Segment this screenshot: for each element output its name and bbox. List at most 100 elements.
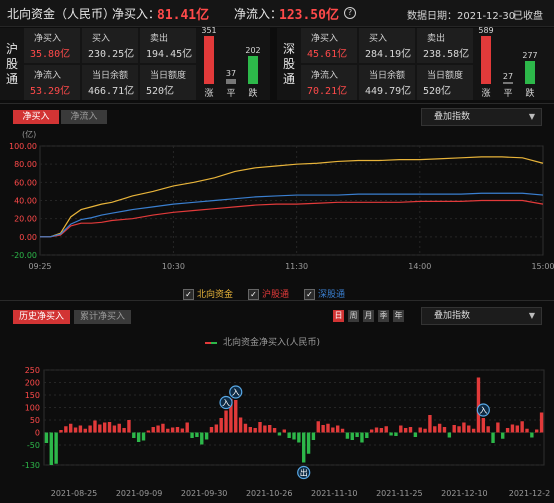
x-tick-label: 2021-11-25 [376, 489, 423, 498]
bar [306, 432, 311, 454]
y-tick-label: 80.00 [14, 160, 37, 169]
stat-label: 净买入 [34, 34, 62, 44]
bar [44, 432, 49, 443]
legend-item[interactable]: ✓ 深股通 [304, 289, 346, 300]
legend-label: 深股通 [318, 290, 346, 300]
bar [457, 426, 461, 433]
bar [112, 425, 117, 433]
x-tick-label: 2021-12-10 [441, 489, 488, 498]
y-tick-label: 60.00 [14, 178, 37, 187]
bar [214, 424, 219, 433]
legend-label: 沪股通 [262, 290, 290, 300]
divider [0, 103, 554, 104]
bar [146, 430, 151, 433]
checkbox-icon[interactable]: ✓ [183, 289, 194, 300]
overlay-index-select[interactable]: 叠加指数 ▼ [421, 108, 542, 126]
stat-label: 当日额度 [150, 71, 187, 81]
x-tick-label: 11:30 [285, 262, 308, 271]
bar [107, 422, 112, 433]
net-buy-value: 81.41亿 [157, 8, 210, 23]
bar [350, 432, 354, 440]
y-tick-label: 200 [25, 379, 40, 388]
bar [136, 432, 141, 442]
period-button[interactable]: 日 [333, 310, 344, 322]
bar [302, 432, 306, 463]
sh-stat-cell: 卖出 194.45亿 [140, 28, 196, 63]
market-status: 已收盘 [513, 11, 543, 22]
sh-breadth-label-up: 涨 [204, 89, 214, 99]
net-buy-label: 净买入： [112, 7, 161, 21]
bar [78, 425, 83, 433]
sh-connect-panel: 沪股通 净买入 35.80亿 买入 230.25亿 卖出 194.45亿 净流入 53.29亿… [0, 26, 270, 100]
bar [224, 410, 228, 433]
plot-frame [43, 369, 545, 466]
bar [462, 422, 466, 433]
bar [374, 427, 379, 433]
stat-value: 520亿 [146, 86, 175, 97]
period-button[interactable]: 年 [393, 310, 404, 322]
bar [481, 418, 486, 433]
bar [263, 425, 267, 433]
bar [428, 415, 432, 433]
sz-stat-cell: 当日余额 449.79亿 [359, 65, 415, 100]
checkbox-icon[interactable]: ✓ [248, 289, 260, 300]
bar [321, 425, 325, 433]
stat-value: 230.25亿 [88, 49, 135, 60]
sz-stat-cell: 买入 284.19亿 [359, 28, 415, 63]
sz-breadth-label-up: 涨 [481, 89, 491, 99]
sh-breadth: 351 涨 37 平 202 跌 [198, 26, 270, 100]
bar [258, 422, 262, 433]
x-tick-label: 2021-11-10 [311, 489, 358, 498]
period-button[interactable]: 月 [363, 310, 374, 322]
stat-label: 买入 [92, 34, 111, 44]
bar [209, 427, 214, 433]
bar [442, 427, 447, 433]
bar [501, 432, 505, 439]
bar [539, 412, 544, 433]
x-tick-label: 2021-10-26 [246, 489, 293, 498]
x-tick-label: 15:00 [531, 262, 554, 271]
x-tick-label: 2021-08-25 [51, 489, 98, 498]
bar [59, 430, 63, 433]
tab-cumulative-net-buy[interactable]: 累计净买入 [74, 310, 131, 324]
sh-breadth-count-up: 351 [201, 26, 217, 35]
bar [384, 426, 388, 433]
bar [98, 424, 102, 433]
bar [452, 425, 456, 433]
bar [117, 423, 121, 433]
tab-history-net-buy[interactable]: 历史净买入 [13, 310, 70, 324]
legend-item[interactable]: ✓ 北向资金 [183, 289, 233, 300]
checkbox-icon[interactable]: ✓ [304, 289, 316, 300]
legend-item[interactable]: ✓ 沪股通 [248, 289, 290, 300]
bar [248, 427, 253, 433]
tab-net-inflow[interactable]: 净流入 [61, 110, 107, 124]
sh-breadth-label-down: 跌 [248, 89, 258, 99]
bar [83, 428, 87, 433]
bar [510, 424, 515, 433]
bar [161, 423, 165, 433]
x-tick-label: 10:30 [162, 262, 185, 271]
bar [360, 432, 364, 443]
period-button[interactable]: 季 [378, 310, 389, 322]
bar [369, 429, 374, 433]
bar [365, 432, 369, 438]
bar [433, 426, 437, 433]
tab-net-buy[interactable]: 净买入 [13, 110, 59, 124]
bar [379, 428, 384, 433]
sz-breadth-bar-down [525, 61, 535, 84]
y-tick-label: 40.00 [14, 197, 37, 206]
sz-stat-cell: 卖出 238.58亿 [417, 28, 473, 63]
bar [69, 423, 73, 433]
bar [88, 425, 92, 433]
sh-stat-cell: 买入 230.25亿 [82, 28, 138, 63]
help-icon[interactable]: ? [344, 7, 356, 19]
history-overlay-index-select[interactable]: 叠加指数 ▼ [421, 307, 542, 325]
bar [282, 429, 286, 433]
y-tick-label: 100.00 [9, 142, 37, 151]
bar [287, 432, 291, 438]
stat-value: 53.29亿 [30, 86, 71, 97]
bar [141, 432, 146, 441]
y-tick-label: 100 [25, 404, 40, 413]
marker-label: 入 [222, 399, 230, 408]
period-button[interactable]: 周 [348, 310, 359, 322]
